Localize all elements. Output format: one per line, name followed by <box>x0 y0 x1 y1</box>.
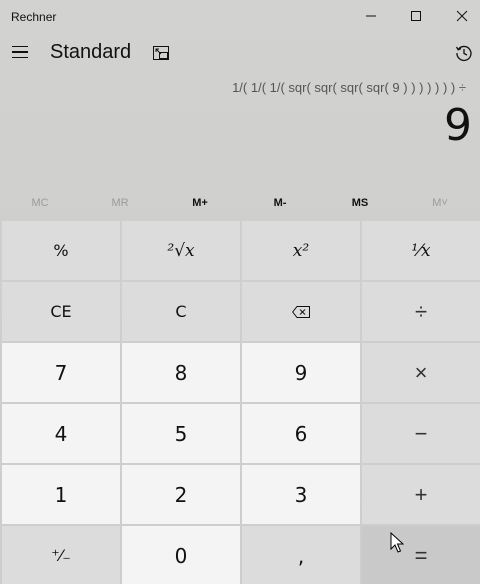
square-label: x² <box>292 240 310 261</box>
mode-title: Standard <box>50 41 132 63</box>
digit-8-button[interactable]: 8 <box>122 343 240 402</box>
memory-add-button[interactable]: M+ <box>160 188 240 218</box>
memory-recall-button[interactable]: MR <box>80 188 160 218</box>
digit-5-label: 5 <box>174 421 188 446</box>
square-root-button[interactable]: ²√x <box>122 221 240 280</box>
add-label: + <box>414 481 428 507</box>
subtract-button[interactable]: − <box>362 404 480 463</box>
multiply-button[interactable]: × <box>362 343 480 402</box>
square-root-label: ²√x <box>167 240 195 261</box>
title-bar: Rechner <box>0 0 480 32</box>
history-button[interactable] <box>452 41 476 65</box>
minimize-button[interactable] <box>348 0 394 32</box>
divide-label: ÷ <box>414 298 428 324</box>
memory-row: MC MR M+ M- MS M˅ <box>0 188 480 218</box>
equals-button[interactable]: = <box>362 526 480 584</box>
expression-display: 1/( 1/( 1/( sqr( sqr( sqr( sqr( 9 ) ) ) … <box>232 80 466 95</box>
add-button[interactable]: + <box>362 465 480 524</box>
close-button[interactable] <box>439 0 480 32</box>
backspace-icon <box>292 305 310 318</box>
memory-clear-button[interactable]: MC <box>0 188 80 218</box>
window-title: Rechner <box>11 10 57 24</box>
digit-6-label: 6 <box>294 421 308 446</box>
result-display: 9 <box>444 100 472 151</box>
digit-0-label: 0 <box>174 543 188 568</box>
square-button[interactable]: x² <box>242 221 360 280</box>
digit-3-button[interactable]: 3 <box>242 465 360 524</box>
decimal-separator-button[interactable]: , <box>242 526 360 584</box>
digit-6-button[interactable]: 6 <box>242 404 360 463</box>
minimize-icon <box>366 15 376 17</box>
equals-label: = <box>414 542 428 568</box>
digit-5-button[interactable]: 5 <box>122 404 240 463</box>
digit-1-label: 1 <box>54 482 68 507</box>
digit-9-button[interactable]: 9 <box>242 343 360 402</box>
close-icon <box>456 10 468 22</box>
reciprocal-button[interactable]: ¹⁄x <box>362 221 480 280</box>
digit-2-label: 2 <box>174 482 188 507</box>
digit-7-label: 7 <box>54 360 68 385</box>
memory-list-button[interactable]: M˅ <box>400 188 480 218</box>
mouse-pointer-icon <box>390 532 404 553</box>
clear-entry-button[interactable]: CE <box>2 282 120 341</box>
memory-subtract-button[interactable]: M- <box>240 188 320 218</box>
divide-button[interactable]: ÷ <box>362 282 480 341</box>
clear-entry-label: CE <box>50 302 72 321</box>
clear-label: C <box>175 302 187 321</box>
maximize-icon <box>411 11 421 21</box>
negate-button[interactable]: ⁺⁄₋ <box>2 526 120 584</box>
percent-button[interactable]: % <box>2 221 120 280</box>
multiply-label: × <box>414 359 428 385</box>
keep-on-top-icon <box>153 46 169 60</box>
history-icon <box>455 45 472 62</box>
clear-button[interactable]: C <box>122 282 240 341</box>
keep-on-top-button[interactable] <box>150 42 172 64</box>
maximize-button[interactable] <box>393 0 439 32</box>
negate-label: ⁺⁄₋ <box>51 546 71 565</box>
digit-3-label: 3 <box>294 482 308 507</box>
reciprocal-label: ¹⁄x <box>411 240 431 261</box>
digit-8-label: 8 <box>174 360 188 385</box>
digit-0-button[interactable]: 0 <box>122 526 240 584</box>
hamburger-icon[interactable] <box>5 34 35 70</box>
memory-store-button[interactable]: MS <box>320 188 400 218</box>
decimal-separator-label: , <box>297 543 305 568</box>
digit-2-button[interactable]: 2 <box>122 465 240 524</box>
digit-4-label: 4 <box>54 421 68 446</box>
digit-9-label: 9 <box>294 360 308 385</box>
digit-1-button[interactable]: 1 <box>2 465 120 524</box>
digit-4-button[interactable]: 4 <box>2 404 120 463</box>
calculator-header: Standard <box>0 32 480 76</box>
digit-7-button[interactable]: 7 <box>2 343 120 402</box>
keypad: % ²√x x² ¹⁄x CE C ÷ 7 8 9 × 4 5 6 − 1 2 … <box>0 221 480 584</box>
backspace-button[interactable] <box>242 282 360 341</box>
subtract-label: − <box>414 420 428 446</box>
percent-label: % <box>53 241 69 260</box>
